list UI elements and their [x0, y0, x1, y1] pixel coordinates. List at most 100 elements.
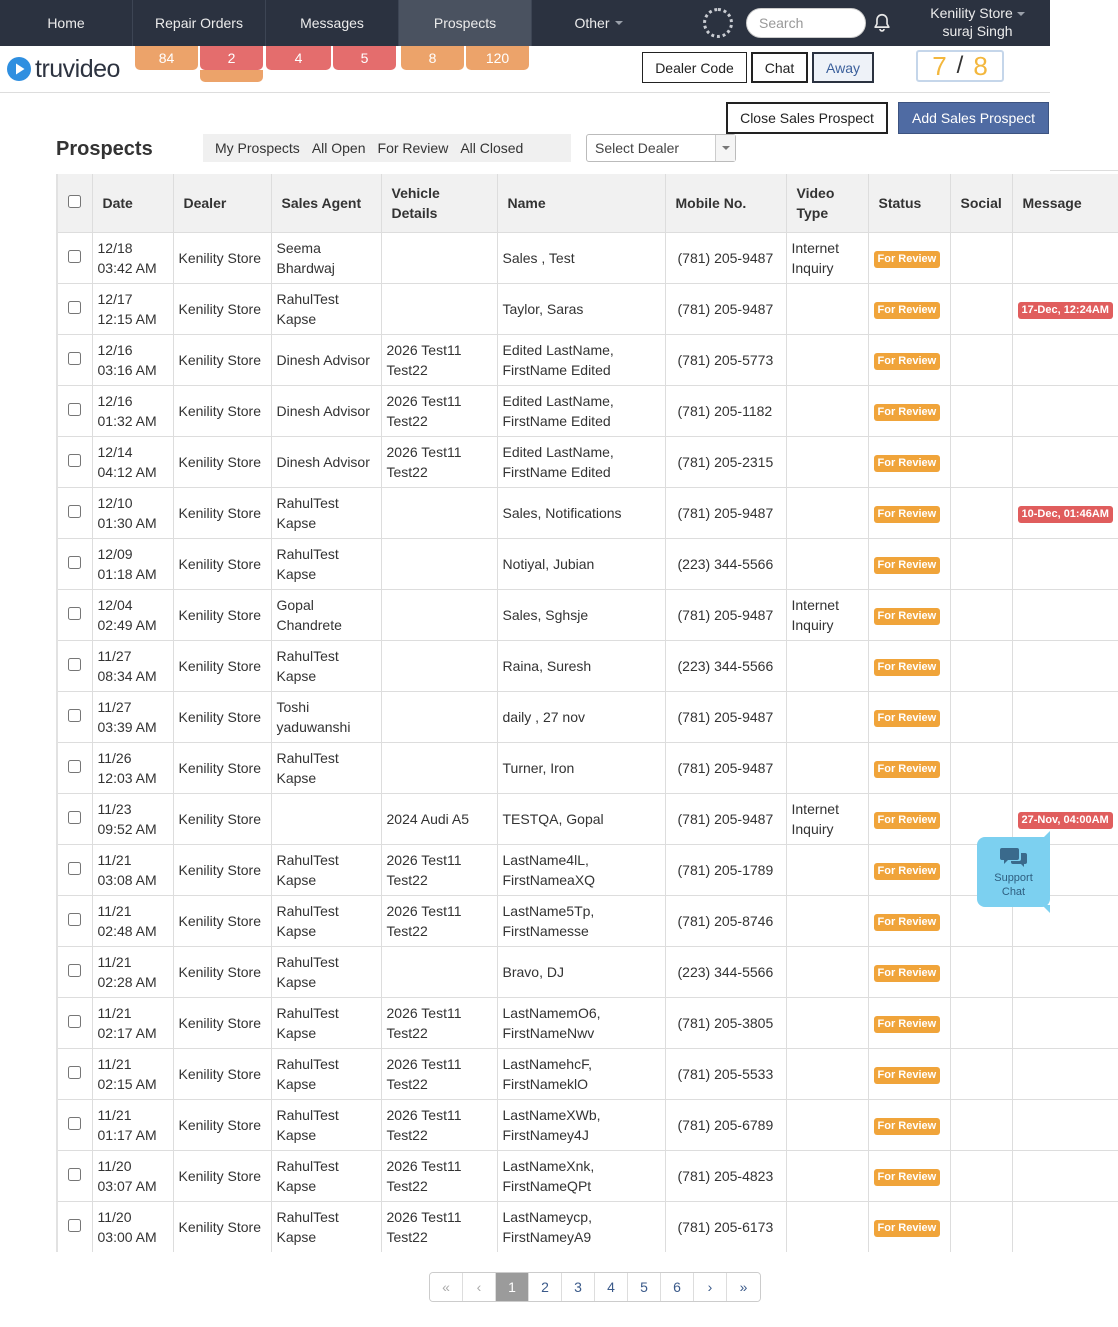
nav-home[interactable]: Home: [0, 0, 133, 46]
row-checkbox[interactable]: [68, 963, 82, 977]
message-badge[interactable]: 27-Nov, 04:00AM: [1017, 812, 1113, 829]
status-badge: For Review: [873, 506, 941, 523]
badge-highlight: [200, 70, 263, 82]
tab-my-prospects[interactable]: My Prospects: [209, 140, 306, 156]
row-checkbox[interactable]: [68, 351, 82, 365]
page-2-button[interactable]: 2: [529, 1273, 562, 1301]
table-row[interactable]: 11/21 02:28 AM Kenility Store RahulTest Ka…: [58, 946, 1118, 998]
row-checkbox[interactable]: [68, 708, 82, 722]
col-mobile[interactable]: Mobile No.: [665, 174, 787, 233]
tab-all-open[interactable]: All Open: [306, 140, 372, 156]
badge-count-5[interactable]: 8: [401, 46, 464, 70]
table-row[interactable]: 12/04 02:49 AM Kenility Store Gopal Chandr…: [58, 589, 1118, 641]
row-checkbox[interactable]: [68, 504, 82, 518]
col-name[interactable]: Name: [497, 174, 666, 233]
table-row[interactable]: 11/21 03:08 AM Kenility Store RahulTest Ka…: [58, 844, 1118, 896]
col-sales-agent[interactable]: Sales Agent: [271, 174, 382, 233]
row-checkbox[interactable]: [68, 861, 82, 875]
row-select-cell: [58, 487, 93, 539]
message-badge[interactable]: 17-Dec, 12:24AM: [1017, 302, 1113, 319]
cell-name: LastNameXWb, FirstNamey4J: [497, 1099, 666, 1151]
table-row[interactable]: 11/20 03:07 AM Kenility Store RahulTest Ka…: [58, 1150, 1118, 1202]
badge-count-4[interactable]: 5: [333, 46, 396, 70]
dealer-select[interactable]: Select Dealer: [586, 134, 736, 162]
row-checkbox[interactable]: [68, 453, 82, 467]
table-row[interactable]: 12/18 03:42 AM Kenility Store Seema Bhardw…: [58, 232, 1118, 284]
search-input[interactable]: [746, 8, 866, 38]
row-checkbox[interactable]: [68, 1167, 82, 1181]
close-sales-prospect-button[interactable]: Close Sales Prospect: [726, 102, 888, 134]
row-checkbox[interactable]: [68, 300, 82, 314]
page-4-button[interactable]: 4: [595, 1273, 628, 1301]
page-first-button[interactable]: «: [430, 1273, 463, 1301]
badge-count-2[interactable]: 2: [200, 46, 263, 70]
nav-prospects[interactable]: Prospects: [399, 0, 532, 46]
bell-icon[interactable]: [871, 12, 893, 34]
table-row[interactable]: 12/16 03:16 AM Kenility Store Dinesh Advis…: [58, 334, 1118, 386]
table-row[interactable]: 11/26 12:03 AM Kenility Store RahulTest Ka…: [58, 742, 1118, 794]
page-prev-button[interactable]: ‹: [463, 1273, 496, 1301]
table-row[interactable]: 11/27 08:34 AM Kenility Store RahulTest Ka…: [58, 640, 1118, 692]
table-row[interactable]: 11/27 03:39 AM Kenility Store Toshi yaduwa…: [58, 691, 1118, 743]
col-dealer[interactable]: Dealer: [173, 174, 272, 233]
row-checkbox[interactable]: [68, 1218, 82, 1232]
col-video-type[interactable]: Video Type: [786, 174, 869, 233]
row-checkbox[interactable]: [68, 912, 82, 926]
dealer-select-value: Select Dealer: [595, 140, 680, 156]
cell-video-type: [786, 487, 869, 539]
table-row[interactable]: 11/23 09:52 AM Kenility Store 2024 Audi A5…: [58, 793, 1118, 845]
badge-count-1[interactable]: 84: [135, 46, 198, 70]
nav-messages[interactable]: Messages: [266, 0, 399, 46]
support-chat-widget[interactable]: Support Chat: [977, 831, 1050, 913]
nav-other[interactable]: Other: [532, 0, 665, 46]
row-checkbox[interactable]: [68, 606, 82, 620]
row-checkbox[interactable]: [68, 1116, 82, 1130]
col-status[interactable]: Status: [868, 174, 951, 233]
table-row[interactable]: 11/21 02:48 AM Kenility Store RahulTest Ka…: [58, 895, 1118, 947]
page-3-button[interactable]: 3: [562, 1273, 595, 1301]
status-badge: For Review: [873, 1067, 941, 1084]
select-all-checkbox[interactable]: [68, 194, 82, 208]
badge-count-3[interactable]: 4: [266, 46, 331, 70]
truvideo-logo[interactable]: truvideo: [6, 54, 120, 84]
nav-repair-orders[interactable]: Repair Orders: [133, 0, 266, 46]
table-row[interactable]: 11/21 01:17 AM Kenility Store RahulTest Ka…: [58, 1099, 1118, 1151]
dealer-code-button[interactable]: Dealer Code: [642, 52, 747, 83]
message-badge[interactable]: 10-Dec, 01:46AM: [1017, 506, 1113, 523]
table-row[interactable]: 12/09 01:18 AM Kenility Store RahulTest Ka…: [58, 538, 1118, 590]
table-row[interactable]: 11/21 02:15 AM Kenility Store RahulTest Ka…: [58, 1048, 1118, 1100]
row-checkbox[interactable]: [68, 402, 82, 416]
cell-sales-agent: Dinesh Advisor: [271, 385, 382, 437]
table-row[interactable]: 12/10 01:30 AM Kenility Store RahulTest Ka…: [58, 487, 1118, 539]
row-checkbox[interactable]: [68, 1014, 82, 1028]
badge-count-6[interactable]: 120: [466, 46, 529, 70]
col-date[interactable]: Date: [92, 174, 174, 233]
add-sales-prospect-button[interactable]: Add Sales Prospect: [898, 102, 1049, 134]
row-checkbox[interactable]: [68, 759, 82, 773]
chat-button[interactable]: Chat: [751, 52, 808, 83]
row-checkbox[interactable]: [68, 1065, 82, 1079]
table-row[interactable]: 11/21 02:17 AM Kenility Store RahulTest Ka…: [58, 997, 1118, 1049]
away-button[interactable]: Away: [812, 52, 874, 83]
tab-all-closed[interactable]: All Closed: [454, 140, 529, 156]
cell-status: For Review: [868, 844, 951, 896]
col-social[interactable]: Social: [950, 174, 1013, 233]
store-user-menu[interactable]: Kenility Store suraj Singh: [915, 4, 1040, 40]
page-1-button[interactable]: 1: [496, 1273, 529, 1301]
table-row[interactable]: 12/17 12:15 AM Kenility Store RahulTest Ka…: [58, 283, 1118, 335]
page-next-button[interactable]: ›: [694, 1273, 727, 1301]
page-last-button[interactable]: »: [727, 1273, 760, 1301]
col-message[interactable]: Message: [1012, 174, 1118, 233]
col-vehicle-details[interactable]: Vehicle Details: [381, 174, 498, 233]
tab-for-review[interactable]: For Review: [372, 140, 455, 156]
table-row[interactable]: 12/16 01:32 AM Kenility Store Dinesh Advis…: [58, 385, 1118, 437]
page-5-button[interactable]: 5: [628, 1273, 661, 1301]
row-checkbox[interactable]: [68, 657, 82, 671]
table-row[interactable]: 11/20 03:00 AM Kenility Store RahulTest Ka…: [58, 1201, 1118, 1252]
row-checkbox[interactable]: [68, 810, 82, 824]
row-checkbox[interactable]: [68, 555, 82, 569]
table-row[interactable]: 12/14 04:12 AM Kenility Store Dinesh Advis…: [58, 436, 1118, 488]
page-6-button[interactable]: 6: [661, 1273, 694, 1301]
cell-date: 11/27 03:39 AM: [92, 691, 174, 743]
row-checkbox[interactable]: [68, 249, 82, 263]
